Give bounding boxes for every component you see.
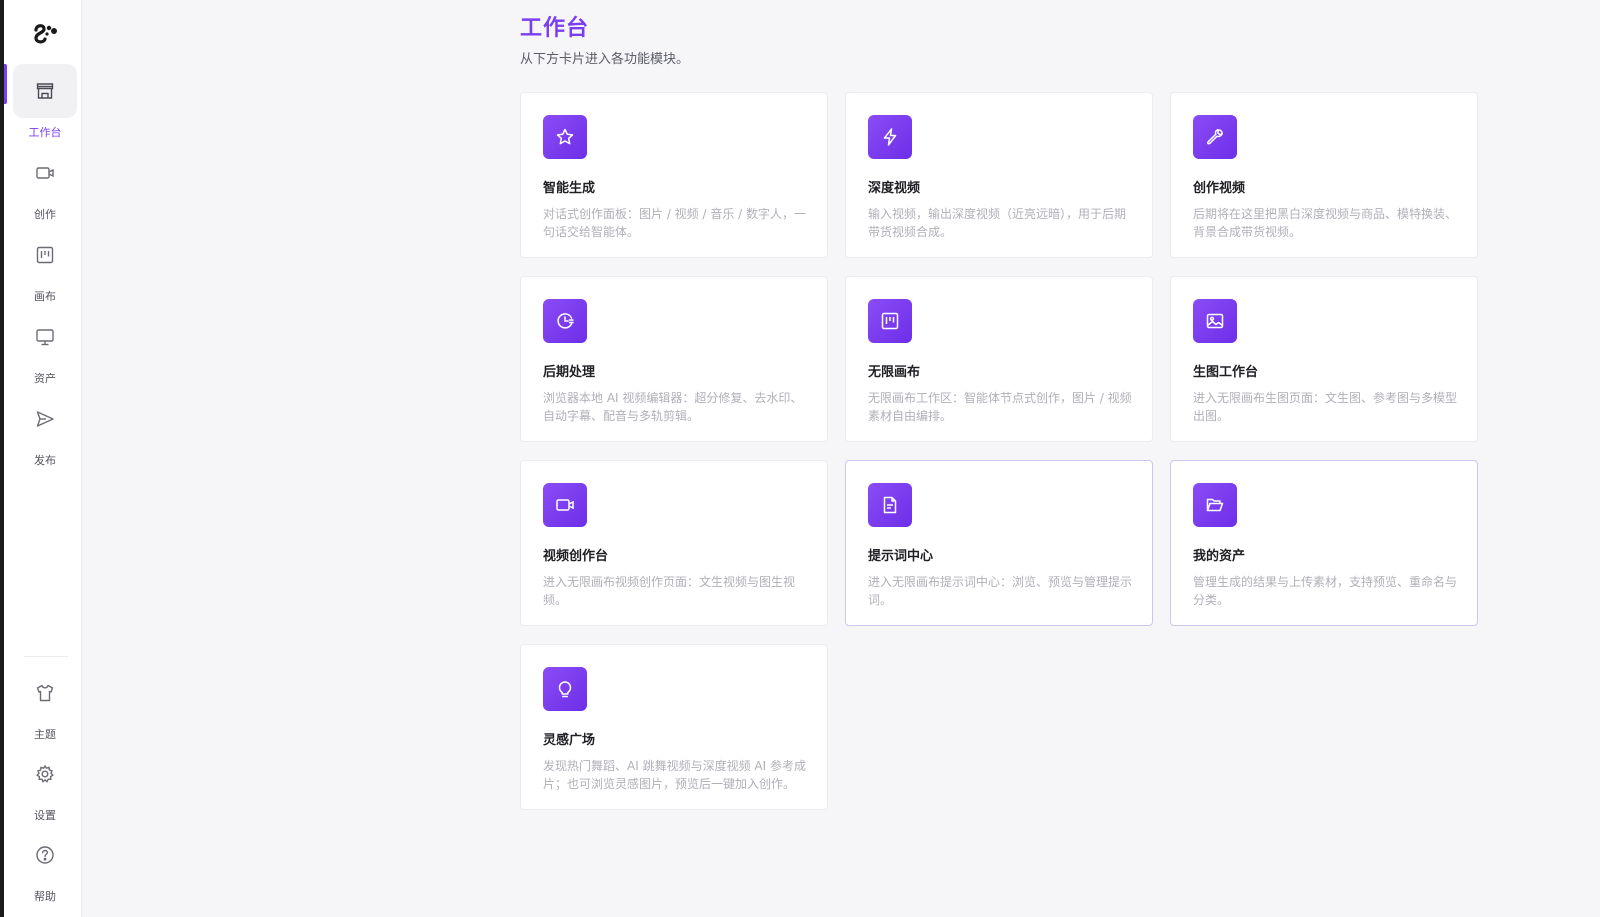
video-camera-icon: [13, 146, 77, 200]
card-description: 进入无限画布视频创作页面：文生视频与图生视频。: [543, 575, 796, 607]
page-title: 工作台: [520, 16, 590, 41]
canvas-icon: [868, 299, 912, 343]
sidebar-item-publish[interactable]: 发布: [11, 392, 79, 468]
app-root: 工作台 创作 画布 资产 发布 主题 设置 帮助 工作台 从下方卡片进入各功能模…: [0, 0, 1600, 917]
sidebar-item-label: 发布: [34, 454, 56, 467]
card-title: 生图工作台: [1193, 365, 1259, 380]
image-icon: [1193, 299, 1237, 343]
sidebar-item-label: 主题: [34, 728, 56, 741]
card-video-workbench[interactable]: 视频创作台 进入无限画布视频创作页面：文生视频与图生视频。: [520, 460, 828, 626]
sidebar-item-label: 创作: [34, 208, 56, 221]
monitor-icon: [13, 310, 77, 364]
sidebar-item-assets[interactable]: 资产: [11, 310, 79, 386]
star-icon: [543, 115, 587, 159]
active-indicator: [4, 64, 7, 104]
card-prompt-center[interactable]: 提示词中心 进入无限画布提示词中心：浏览、预览与管理提示词。: [845, 460, 1153, 626]
card-title: 无限画布: [868, 365, 921, 380]
sidebar-item-label: 设置: [34, 809, 56, 822]
sidebar-item-theme[interactable]: 主题: [11, 666, 79, 742]
card-depth-video[interactable]: 深度视频 输入视频，输出深度视频（近亮远暗），用于后期带货视频合成。: [845, 92, 1153, 258]
main-content: 工作台 从下方卡片进入各功能模块。 智能生成 对话式创作面板：图片 / 视频 /…: [82, 0, 1600, 917]
sidebar: 工作台 创作 画布 资产 发布 主题 设置 帮助: [0, 0, 82, 917]
card-description: 发现热门舞蹈、AI 跳舞视频与深度视频 AI 参考成片；也可浏览灵感图片，预览后…: [543, 759, 806, 791]
card-infinite-canvas[interactable]: 无限画布 无限画布工作区：智能体节点式创作，图片 / 视频素材自由编排。: [845, 276, 1153, 442]
brand-logo[interactable]: [30, 20, 60, 50]
wrench-icon: [1193, 115, 1237, 159]
card-title: 提示词中心: [868, 549, 934, 564]
gear-icon: [13, 747, 77, 801]
sidebar-item-label: 帮助: [34, 890, 56, 903]
sidebar-item-label: 工作台: [28, 126, 62, 139]
sidebar-item-help[interactable]: 帮助: [11, 828, 79, 904]
card-description: 后期将在这里把黑白深度视频与商品、模特换装、背景合成带货视频。: [1193, 207, 1458, 239]
sidebar-item-label: 资产: [34, 372, 56, 385]
sidebar-divider: [24, 656, 68, 657]
card-smart-generate[interactable]: 智能生成 对话式创作面板：图片 / 视频 / 音乐 / 数字人，一句话交给智能体…: [520, 92, 828, 258]
clock-icon: [543, 299, 587, 343]
card-my-assets[interactable]: 我的资产 管理生成的结果与上传素材，支持预览、重命名与分类。: [1170, 460, 1478, 626]
folder-open-icon: [1193, 483, 1237, 527]
help-icon: [13, 828, 77, 882]
card-title: 灵感广场: [543, 733, 596, 748]
card-description: 浏览器本地 AI 视频编辑器：超分修复、去水印、自动字幕、配音与多轨剪辑。: [543, 391, 803, 423]
card-inspiration-square[interactable]: 灵感广场 发现热门舞蹈、AI 跳舞视频与深度视频 AI 参考成片；也可浏览灵感图…: [520, 644, 828, 810]
card-title: 后期处理: [543, 365, 596, 380]
card-create-video[interactable]: 创作视频 后期将在这里把黑白深度视频与商品、模特换装、背景合成带货视频。: [1170, 92, 1478, 258]
card-title: 创作视频: [1193, 181, 1246, 196]
card-post-processing[interactable]: 后期处理 浏览器本地 AI 视频编辑器：超分修复、去水印、自动字幕、配音与多轨剪…: [520, 276, 828, 442]
card-description: 对话式创作面板：图片 / 视频 / 音乐 / 数字人，一句话交给智能体。: [543, 207, 807, 239]
sidebar-item-workbench[interactable]: 工作台: [11, 64, 79, 140]
card-image-workbench[interactable]: 生图工作台 进入无限画布生图页面：文生图、参考图与多模型出图。: [1170, 276, 1478, 442]
card-title: 视频创作台: [543, 549, 609, 564]
card-title: 智能生成: [543, 181, 596, 196]
document-icon: [868, 483, 912, 527]
card-title: 深度视频: [868, 181, 921, 196]
send-icon: [13, 392, 77, 446]
card-title: 我的资产: [1193, 549, 1246, 564]
store-icon: [13, 64, 77, 118]
page-subtitle: 从下方卡片进入各功能模块。: [520, 52, 690, 67]
module-card-grid: 智能生成 对话式创作面板：图片 / 视频 / 音乐 / 数字人，一句话交给智能体…: [520, 92, 1478, 810]
sidebar-item-label: 画布: [34, 290, 56, 303]
lightning-icon: [868, 115, 912, 159]
card-description: 输入视频，输出深度视频（近亮远暗），用于后期带货视频合成。: [868, 207, 1127, 239]
sidebar-item-canvas[interactable]: 画布: [11, 228, 79, 304]
canvas-icon: [13, 228, 77, 282]
shirt-icon: [13, 666, 77, 720]
card-description: 管理生成的结果与上传素材，支持预览、重命名与分类。: [1193, 575, 1458, 607]
card-description: 无限画布工作区：智能体节点式创作，图片 / 视频素材自由编排。: [868, 391, 1132, 423]
sidebar-item-settings[interactable]: 设置: [11, 747, 79, 823]
card-description: 进入无限画布提示词中心：浏览、预览与管理提示词。: [868, 575, 1133, 607]
card-description: 进入无限画布生图页面：文生图、参考图与多模型出图。: [1193, 391, 1458, 423]
sidebar-item-create[interactable]: 创作: [11, 146, 79, 222]
video-camera-icon: [543, 483, 587, 527]
lightbulb-icon: [543, 667, 587, 711]
